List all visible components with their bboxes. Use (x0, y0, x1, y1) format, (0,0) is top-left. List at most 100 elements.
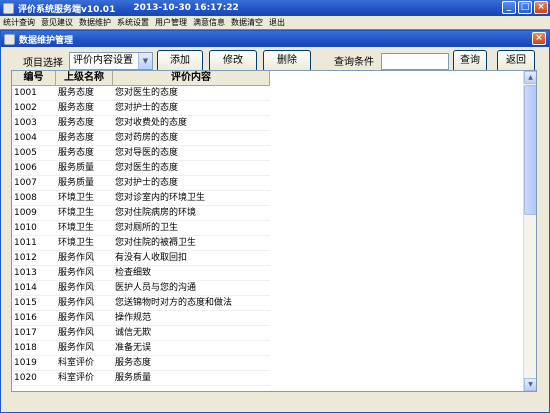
cell-id: 1006 (14, 163, 37, 173)
table-row[interactable]: 1008 环境卫生 您对诊室内的环境卫生 (12, 191, 270, 206)
grid-table: 编号 上级名称 评价内容 1001 服务态度 您对医生的态度 1002 服务态度 您对护士… (12, 71, 270, 386)
cell-id: 1017 (14, 328, 37, 338)
menu-item-exit[interactable]: 退出 (269, 17, 285, 28)
cell-parent-name: 服务作风 (58, 343, 95, 353)
cell-id: 1010 (14, 223, 37, 233)
cell-content: 您对住院病房的环境 (115, 208, 197, 218)
table-row[interactable]: 1017 服务作风 诚信无欺 (12, 326, 270, 341)
table-row[interactable]: 1003 服务态度 您对收费处的态度 (12, 116, 270, 131)
table-row[interactable]: 1001 服务态度 您对医生的态度 (12, 86, 270, 101)
cell-parent-name: 环境卫生 (58, 238, 95, 248)
cell-id: 1004 (14, 133, 37, 143)
cell-content: 有没有人收取回扣 (115, 253, 188, 263)
cell-parent-name: 服务作风 (58, 298, 95, 308)
menu-item-stats[interactable]: 统计查询 (3, 17, 35, 28)
table-row[interactable]: 1005 服务态度 您对导医的态度 (12, 146, 270, 161)
table-row[interactable]: 1018 服务作风 准备无误 (12, 341, 270, 356)
menu-item-suggestions[interactable]: 意见建议 (41, 17, 73, 28)
item-select-label: 项目选择 (23, 58, 63, 69)
cell-parent-name: 服务作风 (58, 313, 95, 323)
table-row[interactable]: 1009 环境卫生 您对住院病房的环境 (12, 206, 270, 221)
item-select-value: 评价内容设置 (73, 55, 133, 66)
close-button[interactable]: × (534, 1, 548, 14)
cell-content: 诚信无欺 (115, 328, 152, 338)
cell-parent-name: 环境卫生 (58, 223, 95, 233)
cell-content: 您对诊室内的环境卫生 (115, 193, 206, 203)
menu-item-satisfaction[interactable]: 满意信息 (193, 17, 225, 28)
add-button[interactable]: 添加 (157, 50, 203, 72)
header-content[interactable]: 评价内容 (113, 71, 270, 85)
maximize-button[interactable]: □ (518, 1, 532, 14)
scroll-up-icon[interactable]: ▲ (524, 71, 536, 84)
grid-body: 1001 服务态度 您对医生的态度 1002 服务态度 您对护士的态度 1003 服务态度 您对… (12, 86, 270, 386)
menu-item-settings[interactable]: 系统设置 (117, 17, 149, 28)
table-row[interactable]: 1007 服务质量 您对护士的态度 (12, 176, 270, 191)
cell-parent-name: 服务作风 (58, 283, 95, 293)
table-row[interactable]: 1004 服务态度 您对药房的态度 (12, 131, 270, 146)
query-input[interactable] (381, 53, 449, 70)
cell-content: 您对收费处的态度 (115, 118, 188, 128)
cell-id: 1008 (14, 193, 37, 203)
menu-item-clear-data[interactable]: 数据清空 (231, 17, 263, 28)
cell-id: 1019 (14, 358, 37, 368)
menu-bar: 统计查询 意见建议 数据维护 系统设置 用户管理 满意信息 数据清空 退出 (0, 16, 550, 29)
cell-id: 1016 (14, 313, 37, 323)
cell-parent-name: 服务态度 (58, 148, 95, 158)
cell-content: 您对医生的态度 (115, 88, 179, 98)
cell-id: 1013 (14, 268, 37, 278)
table-row[interactable]: 1013 服务作风 检查细致 (12, 266, 270, 281)
back-button[interactable]: 返回 (497, 50, 535, 72)
edit-button[interactable]: 修改 (209, 50, 257, 72)
cell-content: 服务质量 (115, 373, 152, 383)
header-id[interactable]: 编号 (12, 71, 56, 85)
cell-id: 1001 (14, 88, 37, 98)
child-title-bar: 数据维护管理 (1, 31, 549, 47)
data-grid[interactable]: 编号 上级名称 评价内容 1001 服务态度 您对医生的态度 1002 服务态度 您对护士… (11, 70, 537, 392)
cell-content: 您对导医的态度 (115, 148, 179, 158)
cell-content: 您对护士的态度 (115, 103, 179, 113)
table-row[interactable]: 1015 服务作风 您送锦物时对方的态度和做法 (12, 296, 270, 311)
cell-parent-name: 环境卫生 (58, 193, 95, 203)
table-row[interactable]: 1011 环境卫生 您对住院的被褥卫生 (12, 236, 270, 251)
cell-id: 1015 (14, 298, 37, 308)
query-button[interactable]: 查询 (453, 50, 487, 72)
query-label: 查询条件 (334, 57, 374, 68)
cell-content: 操作规范 (115, 313, 152, 323)
cell-content: 您对住院的被褥卫生 (115, 238, 197, 248)
grid-header: 编号 上级名称 评价内容 (12, 71, 270, 86)
header-parent-name[interactable]: 上级名称 (56, 71, 113, 85)
delete-button[interactable]: 删除 (263, 50, 311, 72)
table-row[interactable]: 1002 服务态度 您对护士的态度 (12, 101, 270, 116)
item-select[interactable]: 评价内容设置 ▼ (69, 52, 153, 70)
child-title: 数据维护管理 (19, 35, 74, 46)
table-row[interactable]: 1010 环境卫生 您对厕所的卫生 (12, 221, 270, 236)
app-icon (3, 2, 14, 14)
table-row[interactable]: 1006 服务质量 您对医生的态度 (12, 161, 270, 176)
child-close-button[interactable]: × (532, 32, 546, 45)
table-row[interactable]: 1012 服务作风 有没有人收取回扣 (12, 251, 270, 266)
minimize-button[interactable]: _ (502, 1, 516, 14)
cell-id: 1002 (14, 103, 37, 113)
cell-id: 1003 (14, 118, 37, 128)
cell-content: 准备无误 (115, 343, 152, 353)
cell-parent-name: 服务态度 (58, 133, 95, 143)
table-row[interactable]: 1019 科室评价 服务态度 (12, 356, 270, 371)
cell-id: 1020 (14, 373, 37, 383)
table-row[interactable]: 1020 科室评价 服务质量 (12, 371, 270, 386)
cell-parent-name: 服务态度 (58, 103, 95, 113)
scroll-down-icon[interactable]: ▼ (524, 378, 536, 391)
cell-id: 1005 (14, 148, 37, 158)
cell-content: 医护人员与您的沟通 (115, 283, 197, 293)
cell-parent-name: 科室评价 (58, 373, 95, 383)
menu-item-data-maintenance[interactable]: 数据维护 (79, 17, 111, 28)
window-icon (4, 33, 15, 45)
chevron-down-icon[interactable]: ▼ (138, 53, 152, 69)
menu-item-users[interactable]: 用户管理 (155, 17, 187, 28)
table-row[interactable]: 1014 服务作风 医护人员与您的沟通 (12, 281, 270, 296)
scroll-thumb[interactable] (524, 85, 536, 215)
cell-parent-name: 服务作风 (58, 268, 95, 278)
vertical-scrollbar[interactable]: ▲ ▼ (523, 71, 536, 391)
cell-parent-name: 服务作风 (58, 253, 95, 263)
table-row[interactable]: 1016 服务作风 操作规范 (12, 311, 270, 326)
cell-id: 1007 (14, 178, 37, 188)
